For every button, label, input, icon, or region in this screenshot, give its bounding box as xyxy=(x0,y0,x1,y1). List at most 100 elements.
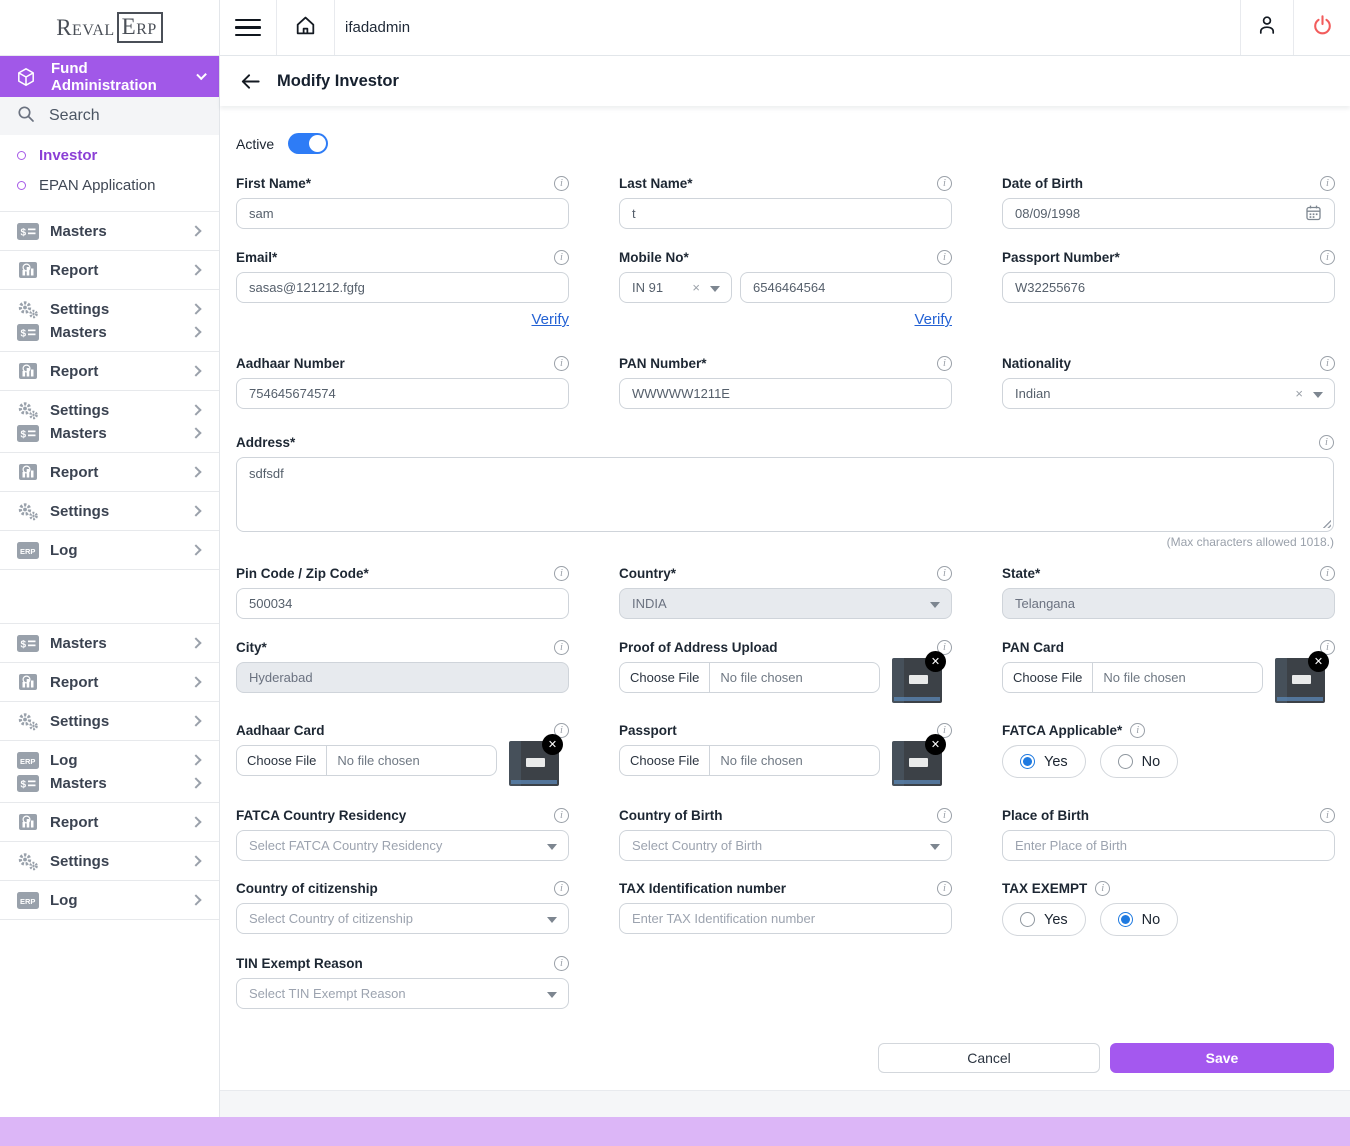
sidebar-item-report[interactable]: Report xyxy=(16,361,203,381)
sidebar-menu-row[interactable]: Report xyxy=(0,803,219,842)
address-textarea[interactable]: sdfsdf xyxy=(236,457,1334,532)
clear-x-icon[interactable] xyxy=(692,280,700,295)
choose-file-button[interactable]: Choose File xyxy=(620,746,710,775)
sidebar-menu-row[interactable]: Settings $Masters xyxy=(0,290,219,352)
last-name-input[interactable] xyxy=(619,198,952,229)
active-toggle[interactable] xyxy=(288,133,328,154)
info-icon[interactable] xyxy=(554,250,569,265)
home-button[interactable] xyxy=(277,0,335,55)
sidebar-menu-row[interactable]: ERPLog xyxy=(0,881,219,920)
sidebar-menu-row[interactable]: $Masters xyxy=(0,211,219,251)
fatca-country-select[interactable]: Select FATCA Country Residency xyxy=(236,830,569,861)
user-profile-button[interactable] xyxy=(1240,0,1293,55)
choose-file-button[interactable]: Choose File xyxy=(620,663,710,692)
info-icon[interactable] xyxy=(937,566,952,581)
info-icon[interactable] xyxy=(554,881,569,896)
pan-card-thumbnail[interactable] xyxy=(1275,658,1325,703)
tin-input[interactable] xyxy=(619,903,952,934)
sidebar-item-epan-application[interactable]: EPAN Application xyxy=(0,170,219,200)
sidebar-item-report[interactable]: Report xyxy=(16,672,203,692)
sidebar-search[interactable]: Search xyxy=(0,97,219,135)
back-button[interactable] xyxy=(239,70,262,93)
sidebar-menu-row[interactable]: Settings xyxy=(0,842,219,881)
info-icon[interactable] xyxy=(1320,250,1335,265)
choose-file-button[interactable]: Choose File xyxy=(1003,663,1093,692)
fatca-yes-radio[interactable]: Yes xyxy=(1002,745,1086,778)
mobile-country-select[interactable]: IN 91 xyxy=(619,272,732,303)
info-icon[interactable] xyxy=(1320,808,1335,823)
proof-of-address-file-input[interactable]: Choose File No file chosen xyxy=(619,662,880,693)
sidebar-item-masters[interactable]: $Masters xyxy=(16,773,203,793)
sidebar-menu-row[interactable]: ERPLog xyxy=(0,531,219,570)
logout-button[interactable] xyxy=(1293,0,1350,55)
passport-thumbnail[interactable] xyxy=(892,741,942,786)
fatca-no-radio[interactable]: No xyxy=(1100,745,1179,778)
choose-file-button[interactable]: Choose File xyxy=(237,746,327,775)
sidebar-menu-row[interactable]: Report xyxy=(0,251,219,290)
close-icon[interactable] xyxy=(925,734,946,755)
clear-x-icon[interactable] xyxy=(1295,386,1303,401)
info-icon[interactable] xyxy=(937,176,952,191)
passport-number-input[interactable] xyxy=(1002,272,1335,303)
module-selector[interactable]: Fund Administration xyxy=(0,56,219,97)
sidebar-item-report[interactable]: Report xyxy=(16,812,203,832)
country-of-birth-select[interactable]: Select Country of Birth xyxy=(619,830,952,861)
sidebar-item-report[interactable]: Report xyxy=(16,260,203,280)
info-icon[interactable] xyxy=(554,956,569,971)
info-icon[interactable] xyxy=(937,250,952,265)
info-icon[interactable] xyxy=(1130,723,1145,738)
mobile-number-input[interactable] xyxy=(740,272,952,303)
close-icon[interactable] xyxy=(542,734,563,755)
info-icon[interactable] xyxy=(554,566,569,581)
sidebar-item-log[interactable]: ERPLog xyxy=(16,540,203,560)
sidebar-menu-row[interactable]: $Masters xyxy=(0,623,219,663)
info-icon[interactable] xyxy=(1320,356,1335,371)
sidebar-item-log[interactable]: ERPLog xyxy=(16,750,203,770)
citizenship-select[interactable]: Select Country of citizenship xyxy=(236,903,569,934)
mobile-verify-link[interactable]: Verify xyxy=(914,311,952,328)
close-icon[interactable] xyxy=(1308,651,1329,672)
sidebar-menu-row[interactable]: Report xyxy=(0,453,219,492)
sidebar-item-masters[interactable]: $Masters xyxy=(16,423,203,443)
dob-input[interactable]: 08/09/1998 xyxy=(1002,198,1335,229)
info-icon[interactable] xyxy=(554,356,569,371)
sidebar-menu-row[interactable]: Report xyxy=(0,352,219,391)
sidebar-item-report[interactable]: Report xyxy=(16,462,203,482)
cancel-button[interactable]: Cancel xyxy=(878,1043,1100,1073)
sidebar-item-settings[interactable]: Settings xyxy=(16,299,203,319)
tin-exempt-reason-select[interactable]: Select TIN Exempt Reason xyxy=(236,978,569,1009)
email-verify-link[interactable]: Verify xyxy=(531,311,569,328)
sidebar-menu-row[interactable]: ERPLog $Masters xyxy=(0,741,219,803)
sidebar-item-masters[interactable]: $Masters xyxy=(16,221,203,241)
close-icon[interactable] xyxy=(925,651,946,672)
sidebar-menu-row[interactable]: Settings xyxy=(0,492,219,531)
email-input[interactable] xyxy=(236,272,569,303)
first-name-input[interactable] xyxy=(236,198,569,229)
sidebar-menu-row[interactable]: Settings xyxy=(0,702,219,741)
sidebar-item-settings[interactable]: Settings xyxy=(16,400,203,420)
aadhaar-card-thumbnail[interactable] xyxy=(509,741,559,786)
sidebar-item-masters[interactable]: $Masters xyxy=(16,633,203,653)
sidebar-menu-row[interactable]: Settings $Masters xyxy=(0,391,219,453)
save-button[interactable]: Save xyxy=(1110,1043,1334,1073)
sidebar-item-settings[interactable]: Settings xyxy=(16,711,203,731)
hamburger-menu-button[interactable] xyxy=(220,0,277,55)
info-icon[interactable] xyxy=(937,356,952,371)
sidebar-item-settings[interactable]: Settings xyxy=(16,501,203,521)
info-icon[interactable] xyxy=(554,808,569,823)
pan-card-file-input[interactable]: Choose File No file chosen xyxy=(1002,662,1263,693)
info-icon[interactable] xyxy=(554,640,569,655)
nationality-select[interactable]: Indian xyxy=(1002,378,1335,409)
info-icon[interactable] xyxy=(1320,176,1335,191)
place-of-birth-input[interactable] xyxy=(1002,830,1335,861)
sidebar-item-investor[interactable]: Investor xyxy=(0,140,219,170)
aadhaar-number-input[interactable] xyxy=(236,378,569,409)
tax-exempt-no-radio[interactable]: No xyxy=(1100,903,1179,936)
info-icon[interactable] xyxy=(1319,435,1334,450)
tax-exempt-yes-radio[interactable]: Yes xyxy=(1002,903,1086,936)
info-icon[interactable] xyxy=(554,176,569,191)
info-icon[interactable] xyxy=(937,881,952,896)
sidebar-item-masters[interactable]: $Masters xyxy=(16,322,203,342)
passport-file-input[interactable]: Choose File No file chosen xyxy=(619,745,880,776)
info-icon[interactable] xyxy=(1095,881,1110,896)
